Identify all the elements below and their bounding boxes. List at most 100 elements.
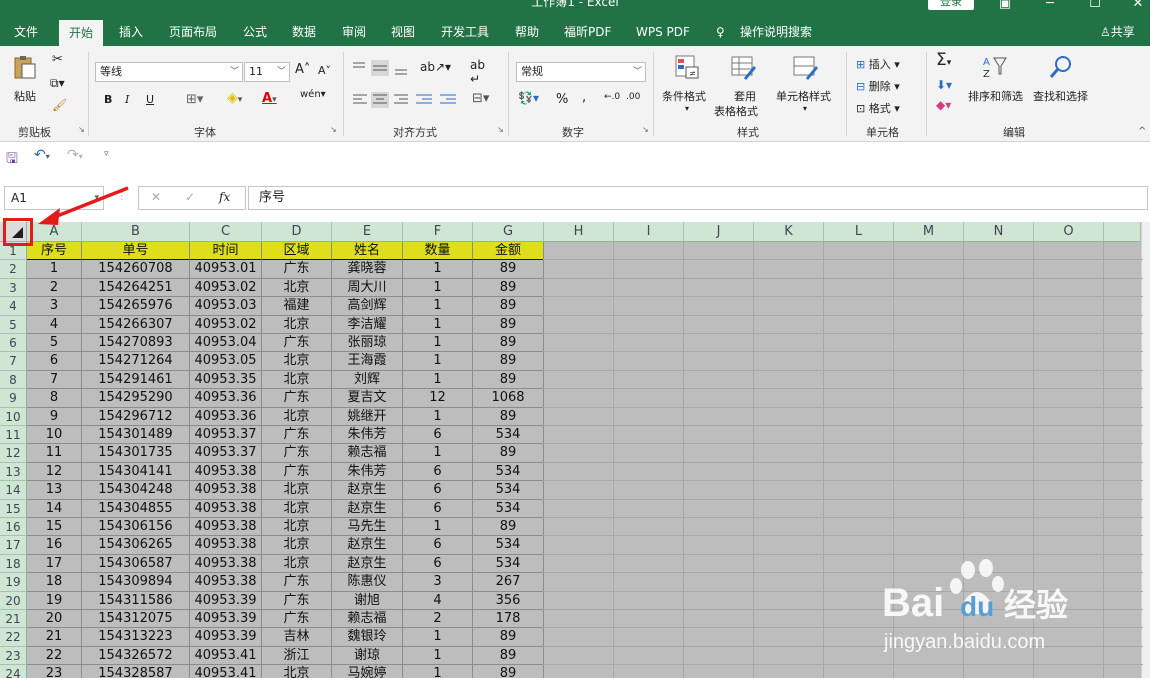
- table-cell[interactable]: 154304141: [82, 462, 190, 482]
- table-cell[interactable]: 89: [473, 334, 544, 353]
- table-cell[interactable]: 19: [27, 591, 82, 610]
- tab-help[interactable]: 帮助: [515, 18, 539, 46]
- table-cell[interactable]: 1: [403, 278, 473, 298]
- column-header-m[interactable]: M: [894, 222, 964, 242]
- table-cell[interactable]: 534: [473, 481, 544, 500]
- table-cell[interactable]: 北京: [262, 352, 332, 371]
- table-cell[interactable]: 北京: [262, 315, 332, 334]
- row-header[interactable]: 9: [0, 389, 27, 408]
- tab-home[interactable]: 开始: [59, 20, 104, 46]
- table-cell[interactable]: 赵京生: [332, 536, 403, 555]
- table-cell[interactable]: 6: [27, 352, 82, 371]
- save-icon[interactable]: 🖫: [6, 148, 18, 172]
- table-cell[interactable]: 40953.39: [190, 610, 262, 629]
- table-cell[interactable]: 534: [473, 426, 544, 445]
- table-cell[interactable]: 40953.36: [190, 389, 262, 408]
- percent-button[interactable]: %: [556, 92, 568, 107]
- table-cell[interactable]: 154304248: [82, 481, 190, 500]
- column-header-c[interactable]: C: [190, 222, 262, 242]
- row-header[interactable]: 14: [0, 481, 27, 500]
- table-cell[interactable]: 谢琼: [332, 646, 403, 666]
- table-cell[interactable]: 154264251: [82, 278, 190, 298]
- table-cell[interactable]: 1: [27, 260, 82, 279]
- vertical-align-icons[interactable]: [352, 60, 422, 76]
- borders-icon[interactable]: ⊞▾: [186, 92, 203, 107]
- row-header[interactable]: 7: [0, 352, 27, 371]
- tell-me-search[interactable]: 操作说明搜索: [740, 18, 812, 46]
- table-cell[interactable]: 福建: [262, 297, 332, 316]
- table-cell[interactable]: 4: [403, 591, 473, 610]
- table-cell[interactable]: 6: [403, 462, 473, 482]
- tab-view[interactable]: 视图: [391, 18, 415, 46]
- table-cell[interactable]: 朱伟芳: [332, 426, 403, 445]
- underline-button[interactable]: U: [146, 93, 154, 106]
- number-launcher-icon[interactable]: ↘: [642, 125, 649, 134]
- table-cell[interactable]: 40953.39: [190, 628, 262, 647]
- table-cell[interactable]: 夏吉文: [332, 389, 403, 408]
- table-cell[interactable]: 北京: [262, 481, 332, 500]
- column-header-overflow[interactable]: [1104, 222, 1141, 242]
- delete-cells-button[interactable]: ⊟ 删除 ▾: [856, 78, 900, 94]
- table-cell[interactable]: 1: [403, 370, 473, 390]
- table-cell[interactable]: 40953.38: [190, 499, 262, 518]
- table-cell[interactable]: 6: [403, 536, 473, 555]
- table-cell[interactable]: 40953.38: [190, 518, 262, 537]
- cut-icon[interactable]: ✂: [52, 52, 63, 67]
- table-cell[interactable]: 40953.41: [190, 646, 262, 666]
- tab-file[interactable]: 文件: [14, 18, 38, 46]
- table-cell[interactable]: 1: [403, 518, 473, 537]
- table-cell[interactable]: 20: [27, 610, 82, 629]
- table-cell[interactable]: 18: [27, 573, 82, 592]
- format-painter-icon[interactable]: 🖌: [52, 98, 67, 112]
- bold-button[interactable]: B: [104, 93, 112, 106]
- table-cell[interactable]: 北京: [262, 518, 332, 537]
- close-icon[interactable]: ✕: [1128, 0, 1148, 11]
- table-cell[interactable]: 广东: [262, 389, 332, 408]
- table-cell[interactable]: 高剑辉: [332, 297, 403, 316]
- table-cell[interactable]: 姚继开: [332, 407, 403, 426]
- tab-review[interactable]: 审阅: [342, 18, 366, 46]
- table-cell[interactable]: 6: [403, 554, 473, 574]
- table-cell[interactable]: 40953.05: [190, 352, 262, 371]
- row-header[interactable]: 4: [0, 297, 27, 316]
- login-button[interactable]: 登录: [928, 0, 974, 10]
- table-cell[interactable]: 11: [27, 444, 82, 463]
- column-header-h[interactable]: H: [544, 222, 614, 242]
- table-cell[interactable]: 89: [473, 278, 544, 298]
- column-header-i[interactable]: I: [614, 222, 684, 242]
- alignment-launcher-icon[interactable]: ↘: [497, 125, 504, 134]
- row-header[interactable]: 10: [0, 407, 27, 426]
- orientation-icon[interactable]: ab↗▾: [420, 60, 451, 74]
- table-cell[interactable]: 534: [473, 499, 544, 518]
- table-cell[interactable]: 1: [403, 665, 473, 678]
- table-cell[interactable]: 1: [403, 315, 473, 334]
- header-cell[interactable]: 时间: [190, 242, 262, 261]
- table-cell[interactable]: 1: [403, 407, 473, 426]
- table-cell[interactable]: 13: [27, 481, 82, 500]
- cell-styles-icon[interactable]: [792, 54, 818, 80]
- table-cell[interactable]: 赖志福: [332, 444, 403, 463]
- header-cell[interactable]: 金额: [473, 242, 544, 261]
- table-cell[interactable]: 广东: [262, 591, 332, 610]
- format-as-table-icon[interactable]: [730, 54, 756, 80]
- font-launcher-icon[interactable]: ↘: [330, 125, 337, 134]
- column-header-g[interactable]: G: [473, 222, 544, 242]
- table-cell[interactable]: 赖志福: [332, 610, 403, 629]
- table-cell[interactable]: 6: [403, 499, 473, 518]
- table-cell[interactable]: 534: [473, 554, 544, 574]
- phonetic-icon[interactable]: wén▾: [300, 89, 326, 100]
- row-header[interactable]: 21: [0, 610, 27, 629]
- table-cell[interactable]: 1: [403, 260, 473, 279]
- table-cell[interactable]: 22: [27, 646, 82, 666]
- table-cell[interactable]: 12: [27, 462, 82, 482]
- fill-color-icon[interactable]: ◈▾: [227, 90, 242, 106]
- table-cell[interactable]: 1068: [473, 389, 544, 408]
- table-cell[interactable]: 马婉婷: [332, 665, 403, 678]
- cancel-icon[interactable]: ✕: [151, 190, 161, 204]
- comma-button[interactable]: ,: [582, 90, 586, 105]
- redo-icon[interactable]: ↷▾: [67, 147, 83, 163]
- table-cell[interactable]: 3: [403, 573, 473, 592]
- table-cell[interactable]: 178: [473, 610, 544, 629]
- table-cell[interactable]: 王海霞: [332, 352, 403, 371]
- tab-foxit-pdf[interactable]: 福昕PDF: [564, 18, 611, 46]
